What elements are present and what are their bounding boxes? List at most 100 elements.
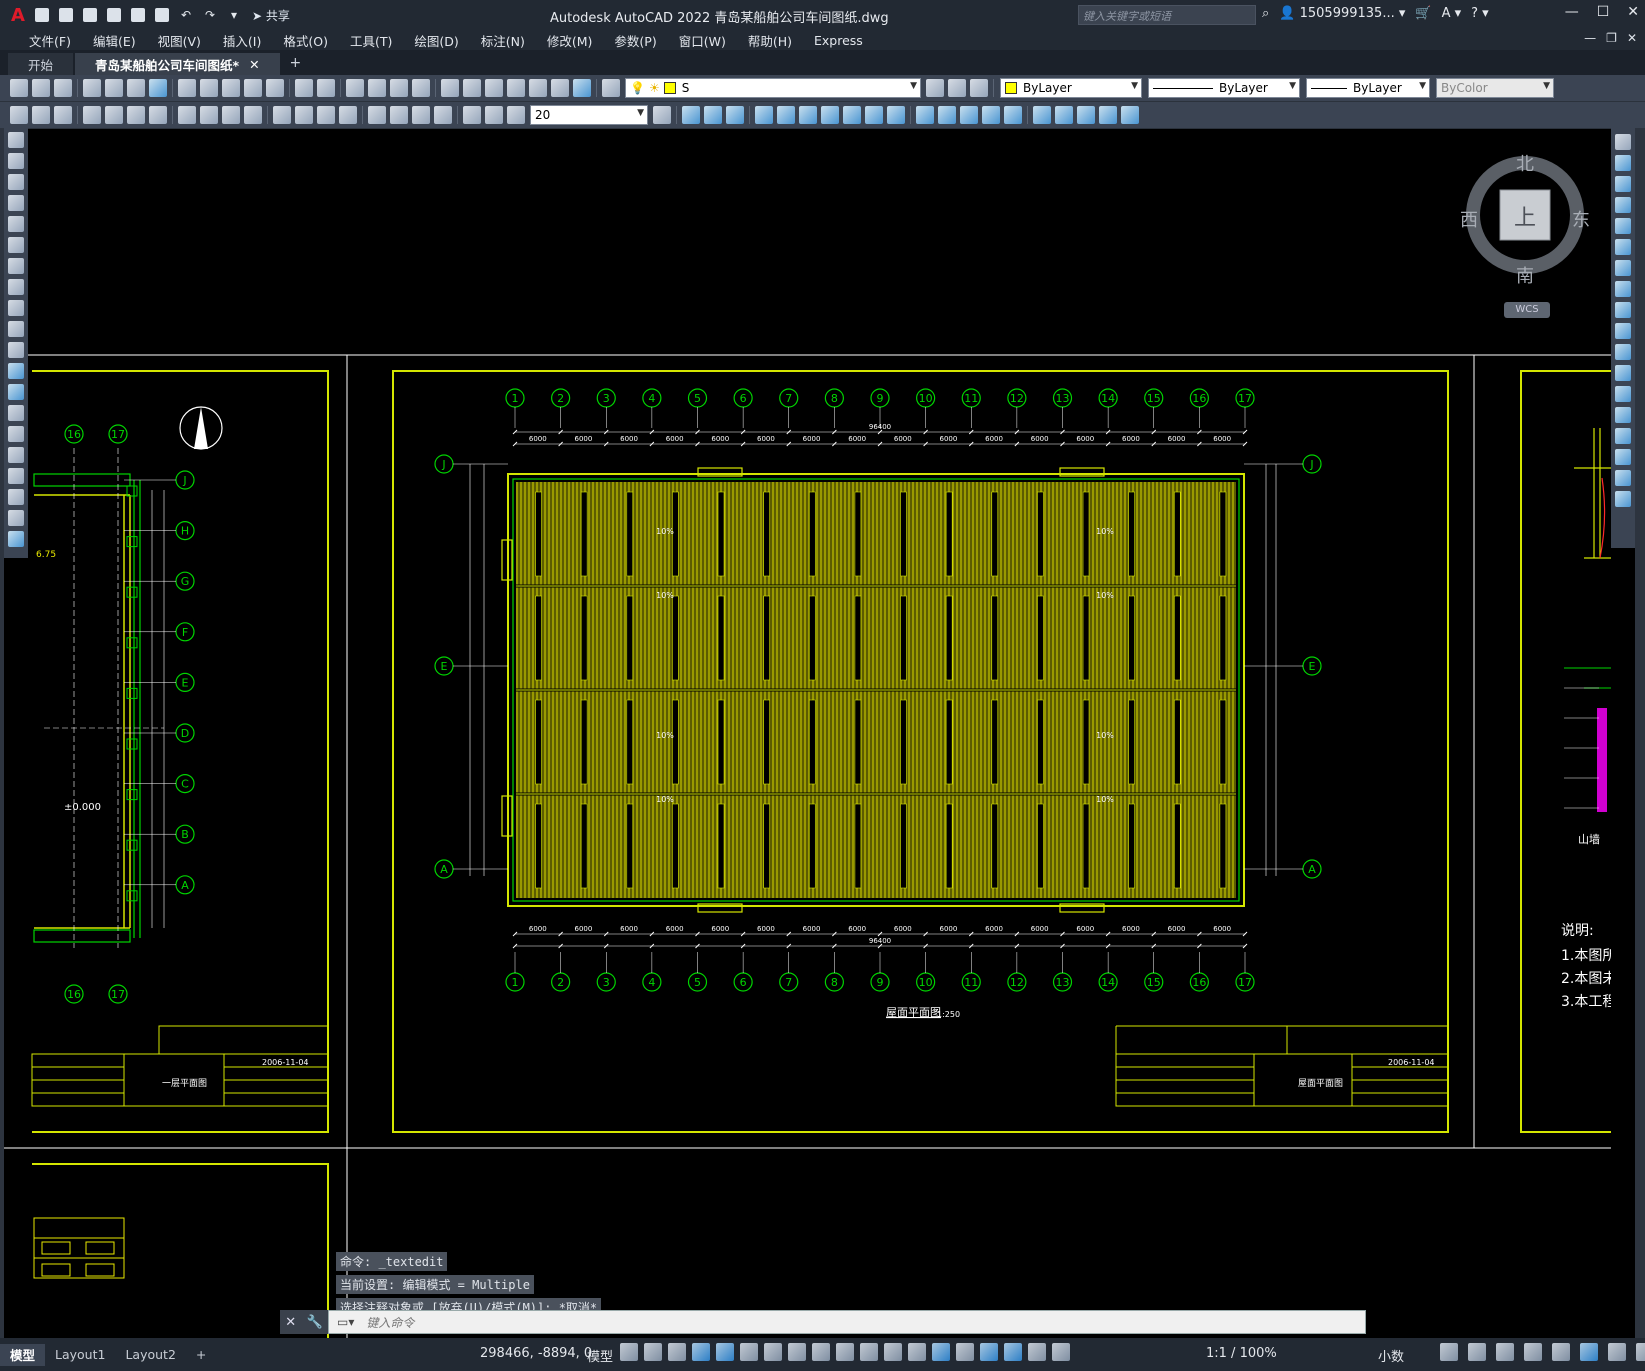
plot-icon[interactable] <box>83 79 101 97</box>
open-icon[interactable] <box>32 79 50 97</box>
table-icon[interactable] <box>8 489 24 505</box>
center-mark-icon[interactable] <box>390 106 408 124</box>
coordinate-readout[interactable]: 298466, -8894, 0 <box>480 1346 592 1361</box>
dim-space-icon[interactable] <box>339 106 357 124</box>
trim-icon[interactable] <box>1615 323 1631 339</box>
rectangle-icon[interactable] <box>8 216 24 232</box>
mtext-icon[interactable] <box>8 510 24 526</box>
customize-dropdown-icon[interactable]: ▾ <box>224 6 244 24</box>
menu-window[interactable]: 窗口(W) <box>668 31 737 50</box>
object-snap-tracking-icon[interactable] <box>788 1343 806 1361</box>
hatch-icon[interactable] <box>8 426 24 442</box>
chamfer-icon[interactable] <box>1615 428 1631 444</box>
copy-object-icon[interactable] <box>1615 155 1631 171</box>
3d-osnap-icon[interactable] <box>908 1343 926 1361</box>
menu-help[interactable]: 帮助(H) <box>737 31 803 50</box>
arc-icon[interactable] <box>8 237 24 253</box>
wcs-menu[interactable]: WCS <box>1504 302 1550 318</box>
doc-close-button[interactable]: ✕ <box>1627 31 1637 45</box>
plotstyle-dropdown[interactable]: ByColor ▼ <box>1436 78 1554 98</box>
table-icon[interactable] <box>1099 106 1117 124</box>
clean-screen-icon[interactable] <box>1608 1343 1626 1361</box>
command-input[interactable]: ▭▾ 键入命令 <box>328 1310 1366 1334</box>
user-account[interactable]: 👤 1505999135... ▾ <box>1279 6 1405 21</box>
menu-edit[interactable]: 编辑(E) <box>82 31 147 50</box>
arc-length-dim-icon[interactable] <box>127 106 145 124</box>
autodesk-app-icon[interactable]: A ▾ <box>1442 6 1462 21</box>
sheet-set-icon[interactable] <box>507 79 525 97</box>
break-icon[interactable] <box>916 106 934 124</box>
dim-text-edit-icon[interactable] <box>485 106 503 124</box>
scale-icon[interactable] <box>1615 281 1631 297</box>
infer-constraints-icon[interactable] <box>668 1343 686 1361</box>
add-layout-button[interactable]: + <box>186 1344 216 1366</box>
layer-manager-icon[interactable] <box>602 79 620 97</box>
customization-menu-icon[interactable] <box>1636 1343 1645 1361</box>
add-icon[interactable] <box>1468 1343 1486 1361</box>
polygon-icon[interactable] <box>8 195 24 211</box>
annotation-scale-value[interactable]: 1:1 / 100% <box>1206 1346 1277 1361</box>
spline-icon[interactable] <box>8 300 24 316</box>
maximize-button[interactable]: ☐ <box>1597 4 1610 20</box>
mirror-icon[interactable] <box>704 106 722 124</box>
compass-north[interactable]: 北 <box>1516 150 1534 176</box>
help-icon[interactable] <box>573 79 591 97</box>
pan-icon[interactable] <box>346 79 364 97</box>
ellipse-arc-icon[interactable] <box>8 342 24 358</box>
copy-icon[interactable] <box>682 106 700 124</box>
new-tab-button[interactable]: + <box>282 55 310 75</box>
explode-icon[interactable] <box>1004 106 1022 124</box>
tab-drawing[interactable]: 青岛某船舶公司车间图纸* ✕ <box>75 53 280 75</box>
menu-dimension[interactable]: 标注(N) <box>470 31 536 50</box>
baseline-dim-icon[interactable] <box>295 106 313 124</box>
point-icon[interactable] <box>8 405 24 421</box>
trim-icon[interactable] <box>865 106 883 124</box>
copy-icon[interactable] <box>200 79 218 97</box>
dynamic-input-icon[interactable] <box>692 1343 710 1361</box>
isodraft-icon[interactable] <box>764 1343 782 1361</box>
hardware-acceleration-icon[interactable] <box>1580 1343 1598 1361</box>
menu-file[interactable]: 文件(F) <box>18 31 82 50</box>
ortho-icon[interactable] <box>716 1343 734 1361</box>
add-selected-icon[interactable] <box>8 531 24 547</box>
polar-tracking-icon[interactable] <box>740 1343 758 1361</box>
dim-style-manager-icon[interactable] <box>653 106 671 124</box>
tool-palettes-icon[interactable] <box>485 79 503 97</box>
offset-icon[interactable] <box>726 106 744 124</box>
linear-dim-icon[interactable] <box>83 106 101 124</box>
command-prompt-icon[interactable]: ▭▾ <box>337 1315 354 1329</box>
menu-format[interactable]: 格式(O) <box>272 31 339 50</box>
stretch-icon[interactable] <box>843 106 861 124</box>
doc-restore-button[interactable]: ❐ <box>1606 31 1617 45</box>
offset-icon[interactable] <box>1615 197 1631 213</box>
extend-icon[interactable] <box>887 106 905 124</box>
menu-express[interactable]: Express <box>803 33 874 48</box>
undo-icon[interactable]: ↶ <box>176 6 196 24</box>
dim-update-icon[interactable] <box>507 106 525 124</box>
menu-tools[interactable]: 工具(T) <box>339 31 403 50</box>
share-button[interactable]: ➤ 共享 <box>252 7 290 24</box>
break-icon[interactable] <box>1615 386 1631 402</box>
mtext-icon[interactable] <box>1121 106 1139 124</box>
open-file-icon[interactable] <box>56 6 76 24</box>
lock-ui-icon[interactable] <box>1524 1343 1542 1361</box>
inspection-icon[interactable] <box>412 106 430 124</box>
point-icon[interactable] <box>1033 106 1051 124</box>
chamfer-icon[interactable] <box>960 106 978 124</box>
lineweight-dropdown[interactable]: ByLayer ▼ <box>1306 78 1430 98</box>
gizmo-icon[interactable] <box>980 1343 998 1361</box>
compass-east[interactable]: 东 <box>1572 206 1590 232</box>
snap-mode-icon[interactable] <box>644 1343 662 1361</box>
new-file-icon[interactable] <box>32 6 52 24</box>
radius-dim-icon[interactable] <box>178 106 196 124</box>
markup-icon[interactable] <box>529 79 547 97</box>
region-icon[interactable] <box>8 468 24 484</box>
tab-layout1[interactable]: Layout1 <box>45 1344 115 1366</box>
aligned-dim-icon[interactable] <box>105 106 123 124</box>
diameter-dim-icon[interactable] <box>222 106 240 124</box>
multileader-style-icon[interactable] <box>54 106 72 124</box>
color-dropdown[interactable]: ByLayer ▼ <box>1000 78 1142 98</box>
compass-west[interactable]: 西 <box>1460 206 1478 232</box>
grid-icon[interactable] <box>620 1343 638 1361</box>
rotate-icon[interactable] <box>1615 260 1631 276</box>
